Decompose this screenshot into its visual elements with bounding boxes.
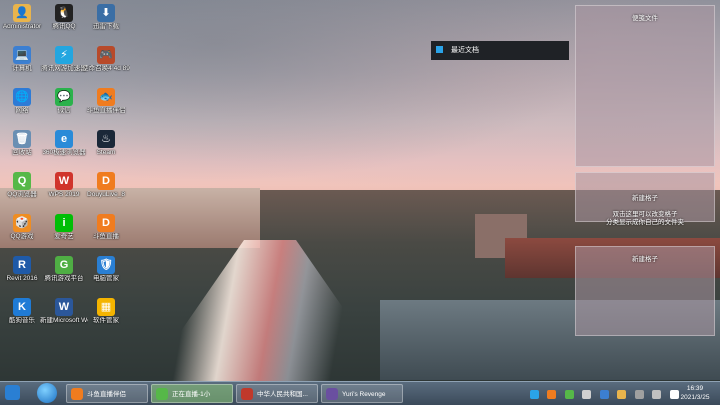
game-center-shortcut[interactable]: G 腾讯游戏平台 (40, 256, 88, 296)
shortcut-label: 新建Microsoft Word (40, 317, 88, 324)
tray-icon-2[interactable] (547, 390, 557, 399)
douyu-live2-shortcut[interactable]: D 斗鱼直播 (82, 214, 130, 254)
app-icon (156, 388, 168, 400)
pc-manager-shortcut[interactable]: 🛡 电脑管家 (82, 256, 130, 296)
shortcut-label: DouyuLive_8 (87, 191, 125, 198)
shortcut-label: 软件管家 (93, 317, 119, 324)
qq-shortcut[interactable]: 🐧 腾讯QQ (40, 4, 88, 44)
system-tray (530, 386, 683, 401)
tray-icon-3[interactable] (564, 390, 574, 399)
fence-title: 新建格子 (632, 256, 658, 263)
tray-icon-1[interactable] (530, 390, 539, 399)
shortcut-label: 腾讯QQ (52, 23, 76, 30)
clock-time: 16:39 (686, 385, 704, 392)
fence-title: 新建格子 双击这里可以改变格子 分类显示成你自己的文件夹 (606, 195, 684, 226)
window-title: 中华人民共和国... (257, 391, 308, 398)
qq-icon: 🐧 (55, 4, 73, 22)
shortcut-label: Steam (96, 149, 116, 156)
qq-browser-icon: Q (13, 172, 31, 190)
tray-icon-5[interactable] (599, 390, 609, 399)
shortcut-label: 360极速浏览器 (42, 149, 86, 156)
shortcut-label: 电脑管家 (93, 275, 119, 282)
software-manager-icon: ▦ (97, 298, 115, 316)
game-icon: 🎮 (97, 46, 115, 64)
douyu-live-shortcut[interactable]: D DouyuLive_8 (82, 172, 130, 212)
tray-icon-4[interactable] (582, 390, 592, 399)
taskbar-window-button[interactable]: Yuri's Revenge (321, 384, 403, 403)
iqiyi-icon: i (55, 214, 73, 232)
network-tray-icon[interactable] (652, 390, 662, 399)
download-icon: ⬇ (97, 4, 115, 22)
admin-icon: 👤 (13, 4, 31, 22)
shortcut-label: 斗鱼直播 (93, 233, 119, 240)
word-icon: W (55, 298, 73, 316)
recent-documents-bar[interactable]: 最近文档 (431, 41, 569, 60)
pc-manager-quick-icon[interactable] (5, 385, 20, 400)
wps-shortcut[interactable]: W WPS 2019 (40, 172, 88, 212)
shortcut-label: 微信 (57, 107, 71, 114)
game-shortcut[interactable]: 🎮 使命召唤4 4d 89 (82, 46, 130, 86)
taskbar-window-button[interactable]: 斗鱼直播伴侣 (66, 384, 148, 403)
shortcut-label: 斗鱼直播伴侣 (86, 107, 126, 114)
fence-new-2[interactable]: 新建格子 (575, 246, 715, 336)
wechat-icon: 💬 (55, 88, 73, 106)
fence-new-1[interactable]: 新建格子 双击这里可以改变格子 分类显示成你自己的文件夹 (575, 172, 715, 226)
download-shortcut[interactable]: ⬇ 迅雷下载 (82, 4, 130, 44)
qq-game-icon: 🎲 (13, 214, 31, 232)
tray-icon-6[interactable] (617, 390, 627, 399)
word-shortcut[interactable]: W新建Microsoft Word (40, 298, 88, 338)
network-icon: 🌐 (13, 88, 31, 106)
iqiyi-shortcut[interactable]: i 爱奇艺 (40, 214, 88, 254)
clock-date: 2021/3/25 (680, 394, 710, 401)
ie-icon: e (55, 130, 73, 148)
douyu-shortcut[interactable]: 🐟 斗鱼直播伴侣 (82, 88, 130, 128)
document-icon (436, 46, 443, 53)
wps-icon: W (55, 172, 73, 190)
steam-icon: ♨ (97, 130, 115, 148)
pc-manager-icon: 🛡 (97, 256, 115, 274)
steam-shortcut[interactable]: ♨ Steam (82, 130, 130, 170)
window-title: 斗鱼直播伴侣 (87, 391, 126, 398)
computer-icon: 💻 (13, 46, 31, 64)
steam-game-icon: K (13, 298, 31, 316)
taskbar-window-button[interactable]: 正在直播-1小 (151, 384, 233, 403)
shortcut-label: WPS 2019 (48, 191, 80, 198)
taskbar-window-button[interactable]: 中华人民共和国... (236, 384, 318, 403)
taskbar: 斗鱼直播伴侣 正在直播-1小 中华人民共和国... Yuri's Revenge 16… (0, 381, 720, 405)
app-icon (326, 388, 338, 400)
wechat-shortcut[interactable]: 💬 微信 (40, 88, 88, 128)
shortcut-label: 使命召唤4 4d 89 (82, 65, 130, 72)
shortcut-label: 爱奇艺 (54, 233, 74, 240)
douyu-live-icon: D (97, 172, 115, 190)
game-center-icon: G (55, 256, 73, 274)
douyu-icon: 🐟 (97, 88, 115, 106)
taskbar-shortcut[interactable]: ⚡ 腾讯网游加速器 (40, 46, 88, 86)
software-manager-shortcut[interactable]: ▦ 软件管家 (82, 298, 130, 338)
shortcut-label: 腾讯网游加速器 (41, 65, 87, 72)
recycle-bin-icon: 🗑 (13, 130, 31, 148)
recent-documents-label: 最近文档 (450, 47, 479, 54)
volume-icon[interactable] (634, 390, 644, 399)
app-icon (241, 388, 253, 400)
fence-title: 便笺文件 (632, 15, 658, 22)
window-title: Yuri's Revenge (342, 391, 386, 398)
start-button[interactable] (37, 383, 57, 403)
taskbar-icon: ⚡ (55, 46, 73, 64)
app-icon (71, 388, 83, 400)
shortcut-label: 腾讯游戏平台 (44, 275, 84, 282)
douyu-live2-icon: D (97, 214, 115, 232)
system-clock[interactable]: 16:39 2021/3/25 (672, 384, 718, 402)
shortcut-label: 迅雷下载 (93, 23, 119, 30)
revit-icon: R (13, 256, 31, 274)
window-title: 正在直播-1小 (172, 391, 211, 398)
ie-shortcut[interactable]: e 360极速浏览器 (40, 130, 88, 170)
fence-notes[interactable]: 便笺文件 (575, 5, 715, 167)
